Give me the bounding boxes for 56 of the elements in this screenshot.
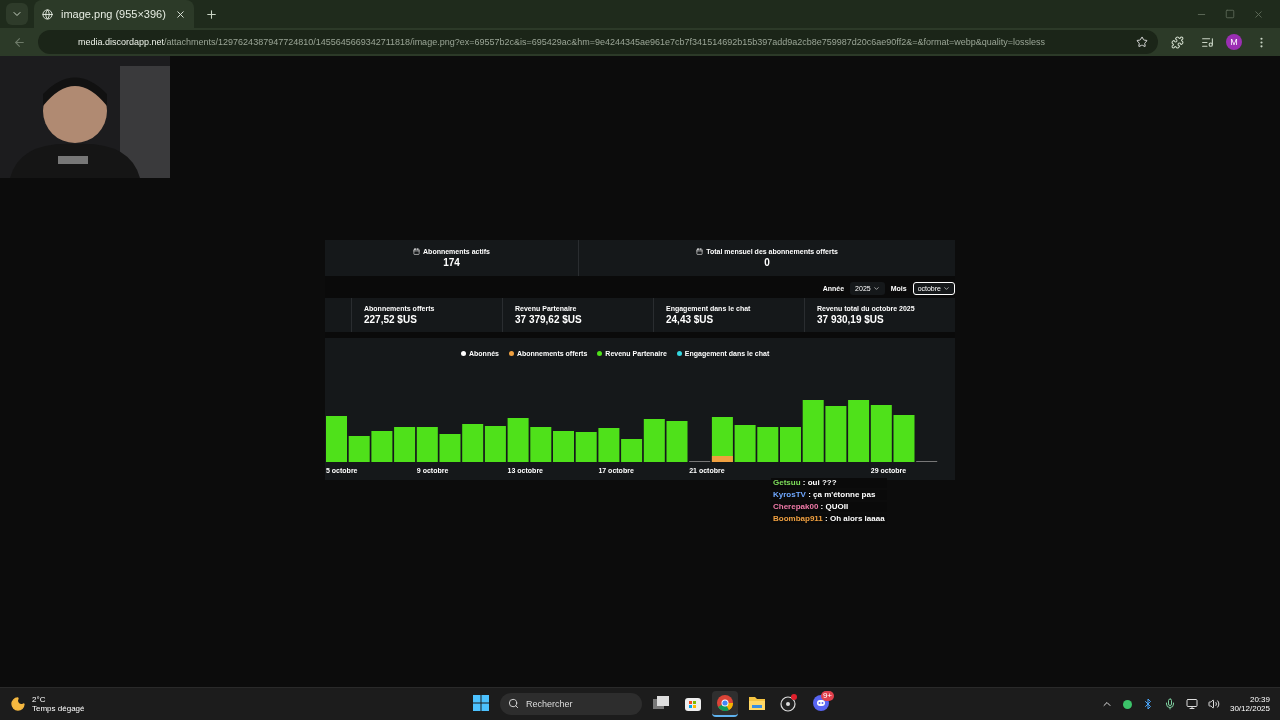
clock-date[interactable]: 30/12/2025 — [1229, 704, 1270, 713]
plus-icon — [204, 7, 218, 21]
volume-icon[interactable] — [1207, 698, 1220, 710]
stat-value: 37 930,19 $US — [817, 314, 885, 325]
stat-value: 37 379,62 $US — [515, 314, 583, 325]
stat-value: 0 — [764, 257, 770, 268]
taskbar-app-button[interactable]: 9+ — [808, 691, 834, 717]
search-icon — [508, 698, 519, 709]
close-icon[interactable] — [175, 8, 186, 20]
chart-bar — [575, 432, 597, 462]
chart-bar — [394, 427, 416, 462]
chart-bar — [371, 431, 393, 462]
puzzle-icon — [1170, 35, 1184, 49]
chart-bar — [870, 405, 892, 462]
calendar-icon — [413, 248, 421, 255]
chat-message: Boombap911 : Oh alors laaaa — [771, 514, 887, 524]
chart-bar — [825, 406, 847, 462]
chart-bar — [507, 418, 529, 462]
obs-icon — [780, 694, 798, 712]
weather-temperature: 2°C — [32, 695, 47, 704]
chart-bar — [416, 427, 438, 462]
notification-badge: 9+ — [820, 691, 834, 701]
profile-avatar[interactable]: M — [1226, 34, 1242, 50]
bookmark-star-icon[interactable] — [1136, 36, 1148, 48]
chart-bar — [462, 424, 484, 462]
task-view-icon — [653, 696, 669, 710]
chevron-down-icon — [872, 285, 880, 292]
music-list-icon — [1200, 35, 1214, 49]
chat-message: Getsuu : oui ??? — [771, 478, 887, 488]
folder-icon — [749, 696, 765, 710]
chart-bar — [484, 426, 506, 462]
address-bar[interactable]: media.discordapp.net/attachments/1297624387947724810/1455645669342711818/image.png?ex=69557b2c&is=695429ac&hm=9e4244345ae961e7cb7f341514692b15b397add9a2cb8e759987d20c6ae90ff2&=&format=webp&quality=lossless — [38, 30, 1158, 54]
microphone-icon[interactable] — [1163, 698, 1176, 710]
status-dot-icon[interactable] — [1122, 699, 1132, 709]
chrome-icon — [717, 695, 733, 711]
taskbar-app-button[interactable] — [712, 691, 738, 717]
globe-icon — [42, 8, 53, 20]
chart-bar — [553, 431, 574, 462]
weather-condition: Temps dégagé — [32, 704, 85, 713]
stat-value: 174 — [443, 257, 460, 268]
chart-bar — [757, 427, 779, 462]
chevron-down-icon — [943, 285, 950, 292]
calendar-icon — [696, 248, 704, 255]
browser-tab[interactable]: image.png (955×396) — [34, 0, 194, 28]
arrow-left-icon — [12, 35, 26, 49]
chart-bar — [530, 427, 552, 462]
windows-icon — [473, 695, 489, 711]
stat-value: 24,43 $US — [666, 314, 715, 325]
chart-bar — [439, 434, 461, 462]
moon-icon — [10, 696, 26, 712]
chart-bar — [848, 400, 870, 462]
tab-list-button[interactable] — [6, 3, 28, 25]
search-field[interactable]: Rechercher — [500, 693, 642, 715]
clock-time[interactable]: 20:39 — [1249, 695, 1270, 704]
stat-value: 227,52 $US — [364, 314, 418, 325]
store-icon — [685, 695, 701, 711]
